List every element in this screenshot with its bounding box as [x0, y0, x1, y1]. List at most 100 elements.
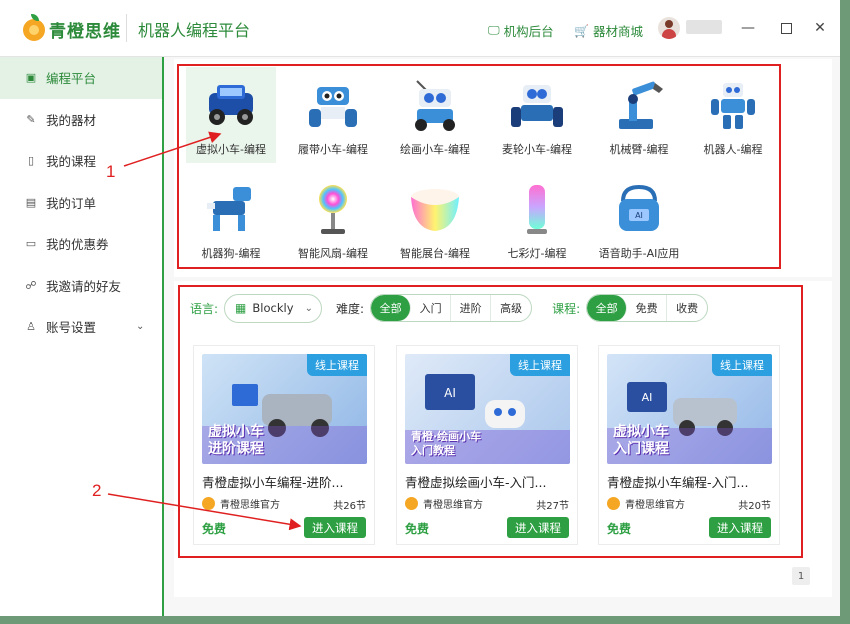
difficulty-advanced[interactable]: 高级	[491, 295, 531, 321]
color-lamp-icon	[509, 183, 565, 237]
sidebar-item-courses[interactable]: ▯ 我的课程	[0, 140, 162, 182]
program-label: 机械臂-编程	[609, 143, 669, 156]
course-price: 免费	[405, 522, 430, 536]
program-label: 智能展台-编程	[400, 247, 470, 260]
course-type-all[interactable]: 全部	[587, 295, 628, 321]
svg-text:AI: AI	[444, 386, 456, 400]
close-button[interactable]: ✕	[808, 16, 832, 40]
account-icon: ♙	[26, 320, 36, 334]
platform-title: 机器人编程平台	[138, 21, 251, 40]
course-card[interactable]: AI 青橙·绘画小车 入门教程 线上课程 青橙虚拟绘画小车-入门... 青橙思维官…	[396, 345, 578, 545]
track-robot-icon	[305, 79, 361, 133]
course-type-free[interactable]: 免费	[627, 295, 668, 321]
admin-backend-link[interactable]: 🖵 机构后台	[488, 21, 554, 40]
program-tile-mecanum-car[interactable]: 麦轮小车-编程	[492, 67, 582, 163]
thumb-title: 虚拟小车 入门课程	[613, 424, 669, 457]
language-select[interactable]: ▦ Blockly ⌄	[224, 293, 323, 323]
sidebar: ▣ 编程平台 ✎ 我的器材 ▯ 我的课程 ▤ 我的订单 ▭ 我的优惠券 ☍ 我邀…	[0, 57, 164, 616]
maximize-button[interactable]	[774, 16, 798, 40]
minimize-button[interactable]: —	[736, 16, 760, 40]
sidebar-item-orders[interactable]: ▤ 我的订单	[0, 182, 162, 224]
course-title: 青橙虚拟小车编程-入门...	[607, 475, 749, 490]
robot-dog-icon	[203, 183, 259, 237]
sidebar-item-programming[interactable]: ▣ 编程平台	[0, 57, 162, 99]
app-window: 青橙思维 机器人编程平台 🖵 机构后台 🛒 器材商城 — ✕ ▣ 编程平台 ✎ …	[0, 0, 840, 616]
program-tile-robot-arm[interactable]: 机械臂-编程	[594, 67, 684, 163]
puzzle-icon: ✎	[26, 112, 36, 126]
enter-course-button[interactable]: 进入课程	[507, 517, 569, 538]
course-type-segment: 全部 免费 收费	[586, 294, 709, 322]
difficulty-label: 难度:	[336, 301, 365, 316]
program-tile-voice-assistant[interactable]: AI 语音助手-AI应用	[594, 171, 684, 267]
close-icon: ✕	[814, 20, 826, 36]
brand-logo: 青橙思维	[23, 13, 121, 42]
course-org: 青橙思维官方	[607, 496, 685, 511]
annotation-number-2: 2	[92, 481, 102, 500]
enter-course-button[interactable]: 进入课程	[709, 517, 771, 538]
humanoid-robot-icon	[705, 79, 761, 133]
pagination-page[interactable]: 1	[792, 567, 810, 585]
sidebar-item-label: 我的订单	[46, 195, 97, 211]
program-tile-drawing-car[interactable]: 绘画小车-编程	[390, 67, 480, 163]
program-tile-smart-stage[interactable]: 智能展台-编程	[390, 171, 480, 267]
sidebar-item-account[interactable]: ♙ 账号设置 ⌄	[0, 306, 162, 348]
language-label: 语言:	[190, 301, 219, 316]
book-icon: ▯	[27, 154, 35, 168]
user-avatar[interactable]	[658, 17, 680, 39]
coupon-icon: ▭	[25, 237, 37, 251]
title-divider	[126, 14, 127, 42]
equipment-store-label: 器材商城	[592, 24, 643, 39]
annotation-number-1: 1	[106, 162, 116, 181]
sidebar-item-label: 账号设置	[46, 320, 97, 336]
thumb-title: 虚拟小车 进阶课程	[208, 424, 264, 457]
program-label: 语音助手-AI应用	[598, 247, 680, 260]
chevron-down-icon: ⌄	[136, 321, 145, 333]
course-thumbnail: AI 虚拟小车 入门课程 线上课程	[607, 354, 772, 464]
program-label: 虚拟小车-编程	[196, 143, 266, 156]
program-label: 机器狗-编程	[201, 247, 261, 260]
enter-course-button[interactable]: 进入课程	[304, 517, 366, 538]
program-tile-color-lamp[interactable]: 七彩灯-编程	[492, 171, 582, 267]
minimize-icon: —	[741, 20, 755, 36]
friends-icon: ☍	[25, 278, 37, 292]
difficulty-beginner[interactable]: 入门	[411, 295, 452, 321]
program-tile-humanoid-robot[interactable]: 机器人-编程	[688, 67, 778, 163]
sidebar-item-friends[interactable]: ☍ 我邀请的好友	[0, 265, 162, 307]
program-tile-track-car[interactable]: 履带小车-编程	[288, 67, 378, 163]
lesson-count: 共26节	[333, 501, 366, 512]
program-label: 绘画小车-编程	[400, 143, 470, 156]
course-thumbnail: AI 青橙·绘画小车 入门教程 线上课程	[405, 354, 570, 464]
virtual-car-icon	[203, 79, 259, 133]
course-card[interactable]: 虚拟小车 进阶课程 线上课程 青橙虚拟小车编程-进阶... 青橙思维官方 共26节…	[193, 345, 375, 545]
sidebar-item-equipment[interactable]: ✎ 我的器材	[0, 99, 162, 141]
svg-text:AI: AI	[642, 391, 653, 404]
course-org: 青橙思维官方	[202, 496, 280, 511]
maximize-icon	[780, 22, 792, 34]
sidebar-item-coupons[interactable]: ▭ 我的优惠券	[0, 223, 162, 265]
course-org: 青橙思维官方	[405, 496, 483, 511]
course-title: 青橙虚拟小车编程-进阶...	[202, 475, 344, 490]
thumb-title: 青橙·绘画小车 入门教程	[411, 430, 482, 457]
code-window-icon: ▣	[25, 71, 37, 85]
program-label: 履带小车-编程	[298, 143, 368, 156]
program-tile-robot-dog[interactable]: 机器狗-编程	[186, 171, 276, 267]
mecanum-robot-icon	[509, 79, 565, 133]
cart-icon: 🛒	[574, 23, 589, 38]
course-card[interactable]: AI 虚拟小车 入门课程 线上课程 青橙虚拟小车编程-入门... 青橙思维官方 共…	[598, 345, 780, 545]
sidebar-item-label: 我的器材	[46, 112, 97, 128]
program-label: 七彩灯-编程	[507, 247, 567, 260]
difficulty-intermediate[interactable]: 进阶	[451, 295, 492, 321]
chevron-down-icon: ⌄	[304, 302, 314, 314]
online-course-badge: 线上课程	[712, 354, 772, 376]
equipment-store-link[interactable]: 🛒 器材商城	[574, 21, 643, 40]
program-panel: 虚拟小车-编程 履带小车-编程 绘画小车-编程 麦轮小车-编程 机械臂-编程 机…	[174, 59, 832, 277]
program-tile-virtual-car[interactable]: 虚拟小车-编程	[186, 67, 276, 163]
drawing-robot-icon	[407, 79, 463, 133]
orange-logo-icon	[202, 497, 215, 510]
course-title: 青橙虚拟绘画小车-入门...	[405, 475, 547, 490]
difficulty-all[interactable]: 全部	[371, 295, 412, 321]
voice-assistant-icon: AI	[611, 183, 667, 237]
program-tile-smart-fan[interactable]: 智能风扇-编程	[288, 171, 378, 267]
online-course-badge: 线上课程	[510, 354, 570, 376]
course-type-paid[interactable]: 收费	[667, 295, 707, 321]
